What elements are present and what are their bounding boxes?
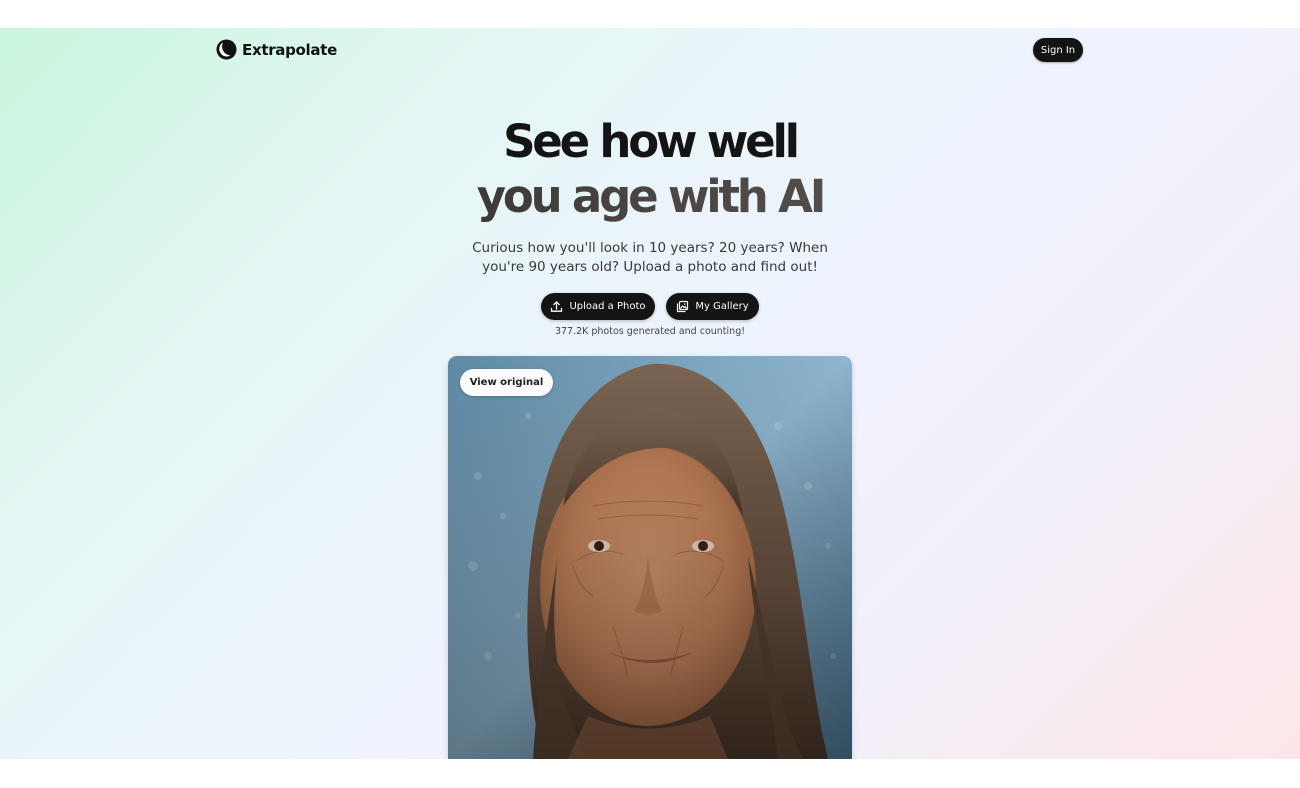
upload-photo-button[interactable]: Upload a Photo — [541, 293, 655, 320]
my-gallery-label: My Gallery — [695, 301, 749, 312]
hero-subtitle: Curious how you'll look in 10 years? 20 … — [472, 240, 828, 275]
upload-photo-label: Upload a Photo — [569, 301, 646, 312]
moon-logo-icon — [216, 39, 237, 60]
photos-generated-counter: 377.2K photos generated and counting! — [554, 326, 746, 337]
aged-portrait-card: View original — [448, 356, 852, 759]
aged-portrait-photo — [448, 356, 852, 759]
sign-in-button[interactable]: Sign In — [1033, 38, 1083, 62]
headline-line-2: you age with AI — [0, 169, 1300, 224]
headline-line-1: See how well — [503, 115, 800, 168]
brand-name: Extrapolate — [242, 40, 337, 59]
view-original-button[interactable]: View original — [460, 369, 553, 396]
brand-logo[interactable]: Extrapolate — [216, 39, 337, 60]
page-viewport: Extrapolate Sign In See how well you age… — [0, 28, 1300, 759]
hero-headline: See how well you age with AI — [0, 114, 1300, 224]
my-gallery-button[interactable]: My Gallery — [666, 293, 759, 320]
upload-icon — [551, 301, 563, 312]
gallery-icon — [677, 300, 689, 313]
